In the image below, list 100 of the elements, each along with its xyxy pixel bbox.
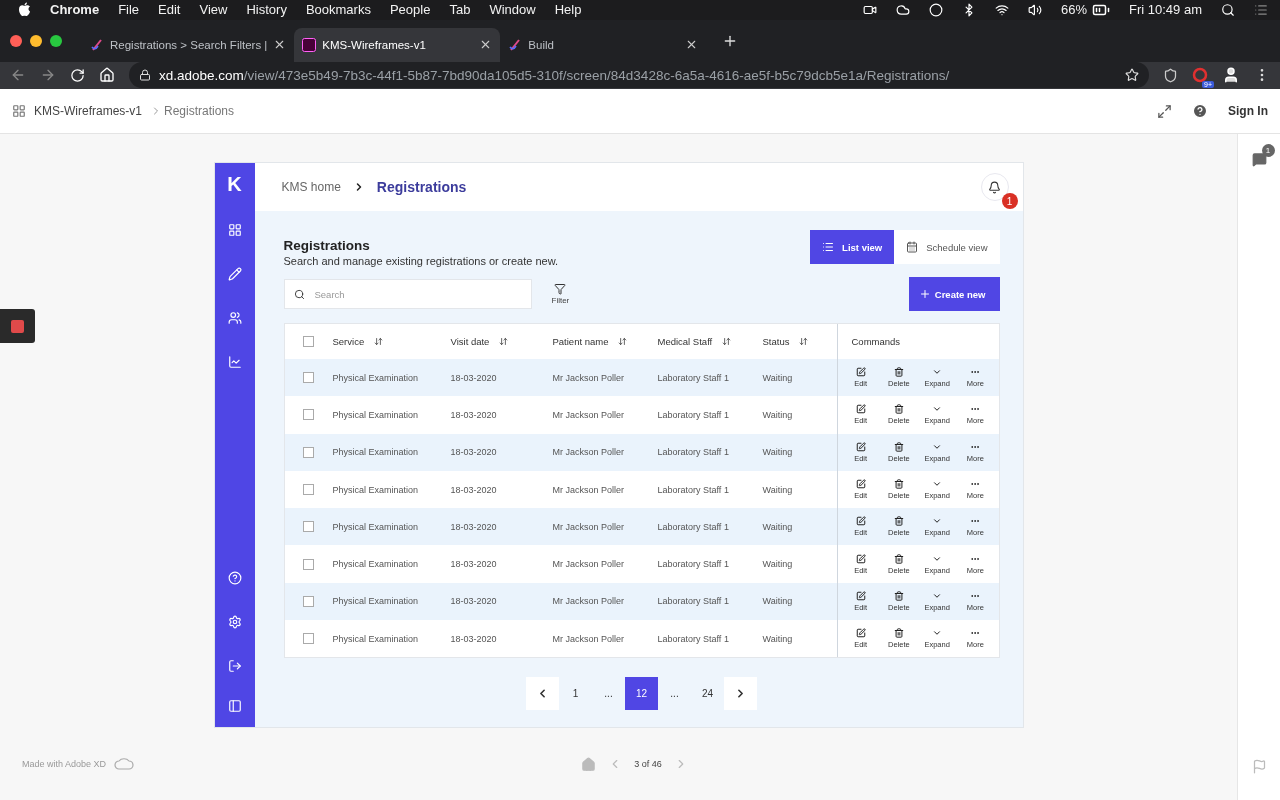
home-icon[interactable]	[99, 67, 115, 84]
edit-icon	[855, 553, 866, 564]
notification-button[interactable]	[980, 173, 1009, 201]
table-cell-text: Waiting	[762, 633, 794, 644]
cloud-icon[interactable]	[896, 2, 910, 17]
window-zoom-button[interactable]	[50, 34, 62, 47]
search-icon[interactable]	[1221, 2, 1235, 17]
help-icon[interactable]	[227, 571, 242, 585]
list-icon[interactable]	[1254, 2, 1268, 17]
table-cell-text: Physical Examination	[332, 633, 420, 644]
clock[interactable]: Fri 10:49 am	[1129, 2, 1202, 18]
checkbox[interactable]	[303, 521, 314, 533]
brush-icon	[90, 37, 104, 52]
column-header[interactable]: Status	[762, 336, 837, 347]
filter-button[interactable]: Filter	[545, 282, 576, 306]
browser-tab[interactable]: KMS-Wireframes-v1	[294, 27, 501, 62]
browser-tab[interactable]: Registrations > Search Filters |	[82, 27, 295, 62]
window-minimize-button[interactable]	[30, 34, 42, 47]
help-icon[interactable]	[1192, 103, 1208, 120]
menu-item[interactable]: History	[246, 2, 287, 18]
table-cell-text: 18-03-2020	[450, 521, 498, 532]
chart-icon[interactable]	[227, 355, 242, 369]
column-header[interactable]: Patient name	[552, 336, 658, 347]
apple-icon[interactable]	[18, 2, 31, 18]
extension-icon[interactable]	[1192, 67, 1208, 84]
logout-icon[interactable]	[227, 659, 242, 673]
avatar-icon[interactable]	[1222, 66, 1240, 85]
grid-icon[interactable]	[12, 104, 26, 119]
menu-item[interactable]: People	[389, 2, 431, 18]
table-cell-text: Waiting	[762, 372, 794, 383]
view-tab[interactable]: List view	[810, 230, 895, 264]
volume-icon[interactable]	[1028, 2, 1042, 17]
trash-icon	[893, 404, 904, 415]
table-cell-text: Physical Examination	[332, 484, 420, 495]
settings-icon[interactable]	[227, 615, 242, 629]
reload-icon[interactable]	[70, 67, 85, 83]
table-cell-text: Laboratory Staff 1	[657, 596, 730, 607]
checkbox[interactable]	[303, 372, 314, 384]
checkbox[interactable]	[303, 595, 314, 607]
page-button[interactable]: 12	[625, 677, 658, 710]
checkbox[interactable]	[303, 484, 314, 496]
view-tab[interactable]: Schedule view	[894, 230, 1000, 264]
fullscreen-icon[interactable]	[1157, 103, 1172, 119]
browser-tab[interactable]: Build	[500, 27, 707, 62]
menu-item[interactable]: File	[118, 2, 140, 18]
trash-icon	[893, 553, 904, 564]
breadcrumb-link[interactable]: KMS home	[281, 180, 341, 194]
menu-item[interactable]: Tab	[449, 2, 471, 18]
page-button[interactable]: 1	[559, 677, 592, 710]
table-cell-text: Mr Jackson Poller	[552, 633, 626, 644]
shield-icon[interactable]	[1163, 67, 1178, 83]
table-cell-text: Laboratory Staff 1	[657, 372, 730, 383]
plus-icon	[918, 288, 931, 300]
circle-icon[interactable]	[929, 2, 943, 17]
table-cell-text: Waiting	[762, 596, 794, 607]
panel-icon[interactable]	[227, 699, 242, 713]
checkbox[interactable]	[303, 558, 314, 570]
sort-icon	[374, 337, 384, 346]
menu-item[interactable]: Window	[489, 2, 536, 18]
table-cell-text: Physical Examination	[332, 447, 420, 458]
edit-icon	[855, 628, 866, 639]
table-cell-text: Mr Jackson Poller	[552, 372, 626, 383]
xd-icon	[302, 37, 317, 52]
address-bar[interactable]: xd.adobe.com/view/473e5b49-7b3c-44f1-5b87-7bd90da105d5-310f/screen/84d3428c-6a5a-4616-ae5f-b5c79dcb5e1a/Registrations/	[129, 62, 1149, 89]
menu-item[interactable]: Bookmarks	[305, 2, 371, 18]
search-icon	[293, 289, 305, 300]
checkbox[interactable]	[303, 633, 314, 645]
sort-icon	[722, 337, 732, 346]
checkbox[interactable]	[303, 446, 314, 458]
app-menu[interactable]: Chrome	[50, 2, 100, 18]
page-button[interactable]: 24	[691, 677, 724, 710]
comments-icon[interactable]	[1251, 152, 1267, 167]
edit-icon	[855, 367, 866, 378]
users-icon[interactable]	[227, 311, 242, 325]
column-header[interactable]: Medical Staff	[657, 336, 763, 347]
table-cell-text: Laboratory Staff 1	[657, 521, 730, 532]
checkbox[interactable]	[303, 336, 314, 347]
page-subtitle: Search and manage existing registrations or create new.	[283, 255, 559, 267]
menu-item[interactable]: Help	[554, 2, 582, 18]
wifi-icon[interactable]	[995, 2, 1009, 17]
project-link[interactable]: KMS-Wireframes-v1	[34, 104, 142, 119]
column-header[interactable]: Service	[332, 336, 451, 347]
star-icon[interactable]	[1125, 68, 1139, 83]
window-close-button[interactable]	[10, 34, 22, 47]
trash-icon	[893, 367, 904, 378]
table-cell-text: Physical Examination	[332, 521, 420, 532]
pencil-icon[interactable]	[227, 267, 242, 281]
checkbox[interactable]	[303, 409, 314, 421]
trash-icon	[893, 590, 904, 601]
column-header[interactable]: Visit date	[450, 336, 553, 347]
search-field[interactable]: Search	[283, 279, 532, 309]
screen-name: Registrations	[164, 104, 235, 119]
table-cell-text: Waiting	[762, 409, 794, 420]
sign-in-link[interactable]: Sign In	[1228, 104, 1268, 119]
record-button[interactable]	[0, 309, 35, 343]
sort-icon	[799, 337, 809, 346]
menu-item[interactable]: View	[199, 2, 228, 18]
dashboard-icon[interactable]	[227, 223, 242, 237]
menu-item[interactable]: Edit	[158, 2, 181, 18]
create-button[interactable]: Create new	[908, 277, 1000, 311]
